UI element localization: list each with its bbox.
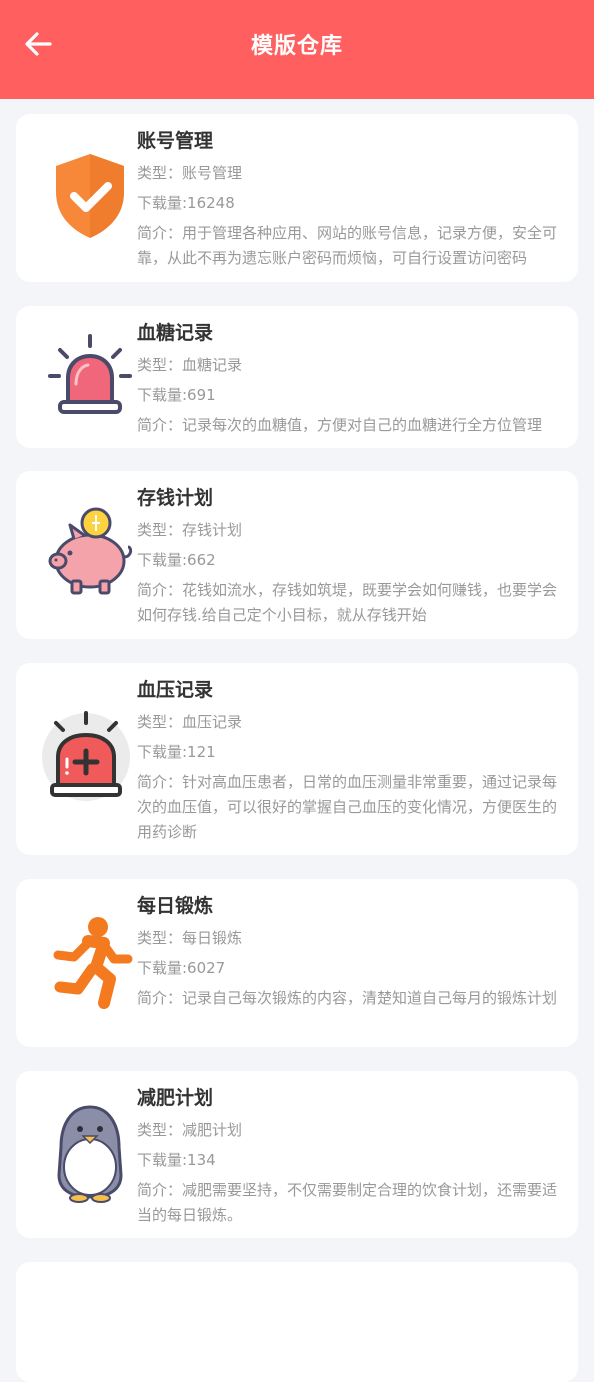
template-name: 每日锻炼 [137,895,214,917]
template-downloads: 下载量:691 [137,386,216,404]
app-header: 模版仓库 [0,0,594,99]
template-type: 类型：血压记录 [137,713,243,731]
template-downloads: 下载量:6027 [137,959,226,977]
template-downloads: 下载量:662 [137,551,216,569]
template-card-diet[interactable]: 减肥计划 类型：减肥计划 下载量:134 简介：减肥需要坚持，不仅需要制定合理的… [16,1071,578,1238]
template-desc: 简介：减肥需要坚持，不仅需要制定合理的饮食计划，还需要适当的每日锻炼。 [137,1181,558,1224]
template-name: 减肥计划 [137,1087,214,1109]
template-type: 类型：每日锻炼 [137,929,243,947]
template-desc: 简介：记录自己每次锻炼的内容，清楚知道自己每月的锻炼计划 [137,989,558,1007]
shield-check-icon [40,146,140,246]
template-type: 类型：血糖记录 [137,356,243,374]
template-card-blood-sugar[interactable]: 血糖记录 类型：血糖记录 下载量:691 简介：记录每次的血糖值，方便对自己的血… [16,306,578,448]
template-downloads: 下载量:121 [137,743,216,761]
template-desc: 简介：针对高血压患者，日常的血压测量非常重要，通过记录每次的血压值，可以很好的掌… [137,773,558,841]
piggy-bank-icon [40,503,140,603]
template-type: 类型：账号管理 [137,164,243,182]
template-name: 血压记录 [137,679,214,701]
running-person-icon [40,911,140,1011]
alarm-light-icon [40,326,140,426]
penguin-icon [40,1103,140,1203]
template-desc: 简介：记录每次的血糖值，方便对自己的血糖进行全方位管理 [137,416,543,434]
template-name: 账号管理 [137,130,214,152]
template-card-blood-pressure[interactable]: 血压记录 类型：血压记录 下载量:121 简介：针对高血压患者，日常的血压测量非… [16,663,578,855]
template-card-partial[interactable] [16,1262,578,1382]
page-title: 模版仓库 [250,34,343,59]
template-card-savings[interactable]: 存钱计划 类型：存钱计划 下载量:662 简介：花钱如流水，存钱如筑堤，既要学会… [16,471,578,639]
template-name: 存钱计划 [137,487,214,509]
template-type: 类型：存钱计划 [137,521,243,539]
template-type: 类型：减肥计划 [137,1121,243,1139]
template-downloads: 下载量:16248 [137,194,235,212]
template-downloads: 下载量:134 [137,1151,216,1169]
medical-alarm-icon [40,707,140,807]
template-name: 血糖记录 [137,322,214,344]
template-card-exercise[interactable]: 每日锻炼 类型：每日锻炼 下载量:6027 简介：记录自己每次锻炼的内容，清楚知… [16,879,578,1047]
template-desc: 简介：用于管理各种应用、网站的账号信息，记录方便，安全可靠，从此不再为遗忘账户密… [137,224,558,267]
template-card-account[interactable]: 账号管理 类型：账号管理 下载量:16248 简介：用于管理各种应用、网站的账号… [16,114,578,282]
template-desc: 简介：花钱如流水，存钱如筑堤，既要学会如何赚钱，也要学会如何存钱.给自己定个小目… [137,581,558,624]
